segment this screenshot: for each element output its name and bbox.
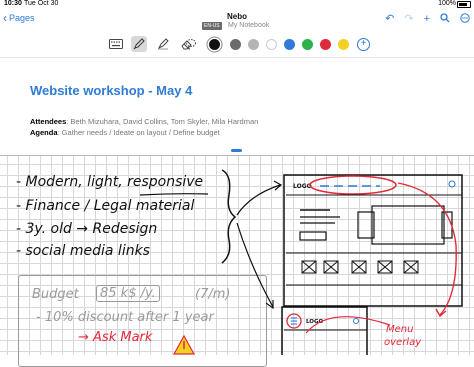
color-swatch-light-gray[interactable] [248, 39, 259, 50]
battery-percent: 100% [438, 0, 456, 7]
attendees-label: Attendees [30, 117, 67, 126]
language-badge[interactable]: EN-US [202, 22, 222, 30]
pen-toolbar: + [0, 34, 474, 54]
menu-note-line-1: Menu [386, 324, 414, 335]
agenda-value: : Gather needs / Ideate on layout / Defi… [57, 128, 220, 137]
document-heading[interactable]: Website workshop - May 4 [30, 83, 192, 98]
color-swatch-black[interactable] [209, 39, 220, 50]
keyboard-icon[interactable] [108, 36, 124, 52]
lasso-icon[interactable] [183, 36, 199, 52]
color-swatch-white[interactable] [266, 39, 277, 50]
agenda-line[interactable]: Agenda: Gather needs / Ideate on layout … [30, 128, 220, 137]
navigation-bar: ‹ Pages Nebo EN-US My Notebook ↶ ↷ + [0, 9, 474, 31]
attendees-line[interactable]: Attendees: Beth Mizuhara, David Collins,… [30, 117, 258, 126]
search-icon[interactable] [440, 13, 450, 26]
add-icon[interactable]: + [424, 14, 430, 25]
toolbar-divider [0, 57, 474, 58]
notebook-name[interactable]: My Notebook [228, 22, 269, 29]
section-resize-handle[interactable] [231, 149, 242, 152]
sketch-logo-text: LOGO [293, 183, 312, 190]
status-date: Tue Oct 30 [24, 0, 59, 7]
highlighter-icon[interactable] [155, 36, 171, 52]
attendees-value: : Beth Mizuhara, David Collins, Tom Skyl… [66, 117, 259, 126]
color-swatch-dark-gray[interactable] [230, 39, 241, 50]
color-swatch-green[interactable] [302, 39, 313, 50]
redo-icon[interactable]: ↷ [404, 14, 413, 25]
color-swatch-red[interactable] [320, 39, 331, 50]
pen-icon[interactable] [131, 36, 147, 52]
nav-actions: ↶ ↷ + [385, 13, 470, 26]
add-color-icon[interactable]: + [357, 38, 370, 51]
more-icon[interactable] [460, 13, 470, 26]
undo-icon[interactable]: ↶ [385, 14, 394, 25]
status-bar: 10:30 Tue Oct 30 100% [0, 0, 474, 9]
menu-note-line-2: overlay [384, 337, 422, 348]
color-swatch-yellow[interactable] [338, 39, 349, 50]
status-time: 10:30 [4, 0, 22, 7]
agenda-label: Agenda [30, 128, 58, 137]
battery-icon [457, 1, 471, 8]
color-swatch-blue[interactable] [284, 39, 295, 50]
